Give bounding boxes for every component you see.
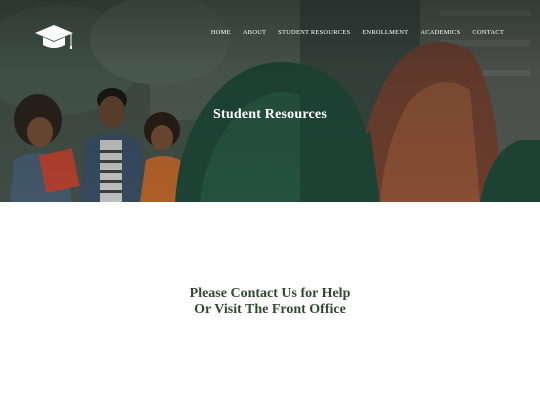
graduation-cap-icon[interactable] <box>33 22 77 52</box>
contact-message-line-1: Please Contact Us for Help <box>189 286 351 301</box>
nav-item-about[interactable]: ABOUT <box>243 29 266 36</box>
nav-item-home[interactable]: HOME <box>211 29 231 36</box>
main-content: Please Contact Us for Help Or Visit The … <box>0 202 540 405</box>
main-nav: HOME ABOUT STUDENT RESOURCES ENROLLMENT … <box>211 29 504 36</box>
nav-item-student-resources[interactable]: STUDENT RESOURCES <box>278 29 350 36</box>
nav-item-enrollment[interactable]: ENROLLMENT <box>362 29 408 36</box>
page-title: Student Resources <box>213 107 327 122</box>
hero-banner: HOME ABOUT STUDENT RESOURCES ENROLLMENT … <box>0 0 540 202</box>
contact-message-line-2: Or Visit The Front Office <box>194 302 346 317</box>
nav-item-contact[interactable]: CONTACT <box>472 29 504 36</box>
top-navigation-bar: HOME ABOUT STUDENT RESOURCES ENROLLMENT … <box>0 0 540 70</box>
nav-item-academics[interactable]: ACADEMICS <box>420 29 460 36</box>
contact-message: Please Contact Us for Help Or Visit The … <box>0 286 540 318</box>
